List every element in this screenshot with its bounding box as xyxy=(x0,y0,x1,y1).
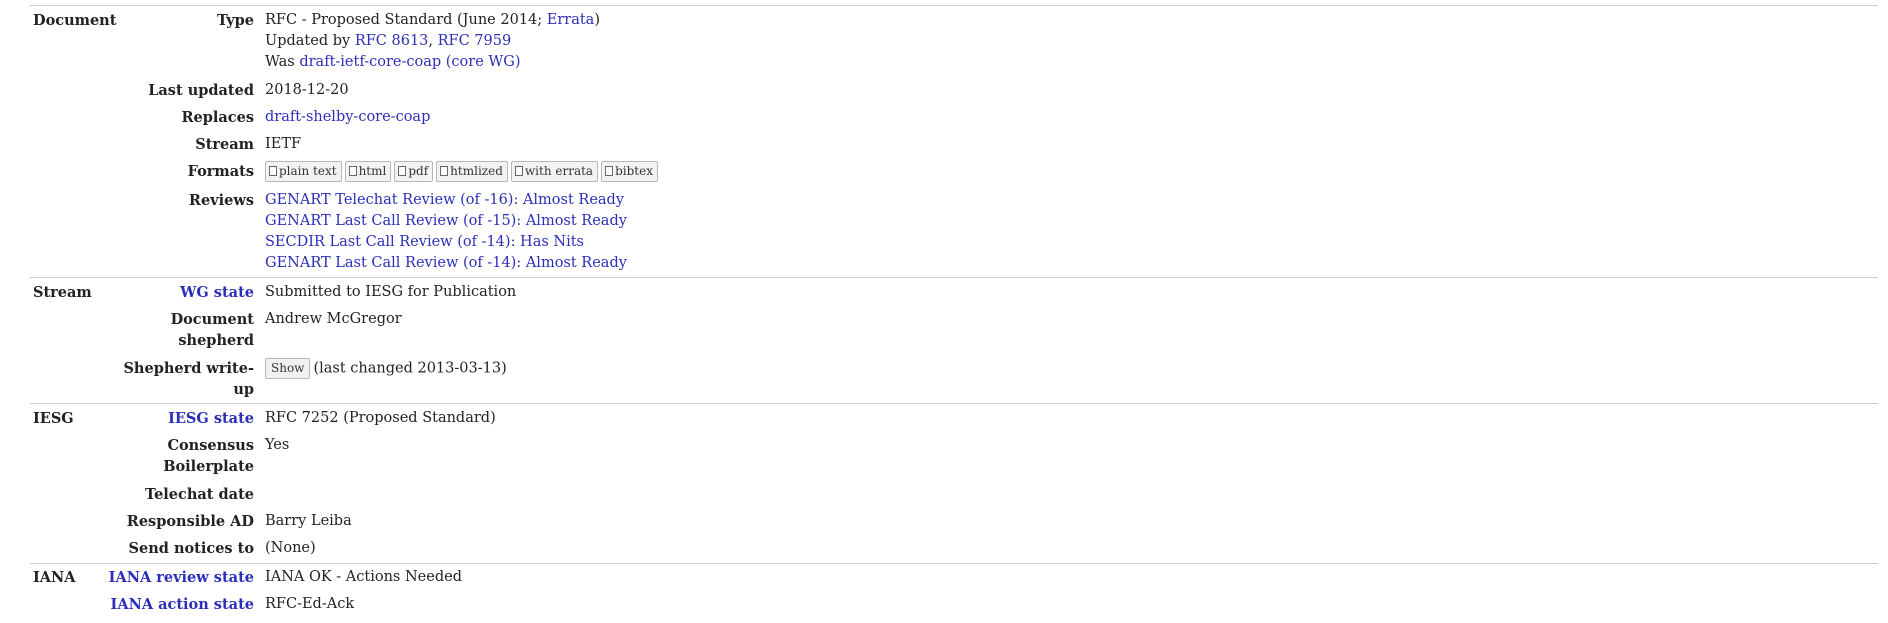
label-last-updated: Last updated xyxy=(148,82,254,99)
label-consensus: Consensus Boilerplate xyxy=(163,437,254,475)
writeup-changed: (last changed 2013-03-13) xyxy=(313,360,507,377)
label-stream: Stream xyxy=(195,136,254,153)
label-send-notices: Send notices to xyxy=(128,540,254,557)
replaces-link[interactable]: draft-shelby-core-coap xyxy=(265,107,430,128)
value-stream: IETF xyxy=(265,136,302,152)
iesg-state-link[interactable]: IESG state xyxy=(104,408,254,429)
file-icon xyxy=(514,166,523,176)
document-info-table: Document Type RFC - Proposed Standard (J… xyxy=(0,0,1888,623)
show-writeup-button[interactable]: Show xyxy=(265,358,311,379)
updated-by-text: Updated by xyxy=(265,33,355,49)
value-iana-review: IANA OK - Actions Needed xyxy=(265,569,462,585)
value-was: Was draft-ietf-core-coap (core WG) xyxy=(265,52,521,73)
file-icon xyxy=(605,166,614,176)
review-link[interactable]: GENART Last Call Review (of -15): Almost… xyxy=(265,211,627,232)
errata-link[interactable]: Errata xyxy=(547,12,595,28)
label-replaces: Replaces xyxy=(181,109,254,126)
section-divider xyxy=(30,277,1878,278)
review-link[interactable]: SECDIR Last Call Review (of -14): Has Ni… xyxy=(265,232,584,253)
format-html-button[interactable]: html xyxy=(344,161,392,182)
value-shepherd-writeup: Show (last changed 2013-03-13) xyxy=(265,358,507,380)
format-pdf-button[interactable]: pdf xyxy=(394,161,434,182)
file-pdf-icon xyxy=(398,166,407,176)
paren-close: ) xyxy=(514,54,521,70)
value-updated-by: Updated by RFC 8613, RFC 7959 xyxy=(265,31,511,52)
review-link[interactable]: GENART Last Call Review (of -14): Almost… xyxy=(265,253,627,274)
rfc7959-link[interactable]: RFC 7959 xyxy=(438,33,512,49)
value-iana-action: RFC-Ed-Ack xyxy=(265,596,355,612)
wg-link[interactable]: core WG xyxy=(451,54,514,70)
label-shepherd-writeup: Shepherd write-up xyxy=(123,360,254,398)
section-iana: IANA xyxy=(33,569,76,586)
formats-group: plain text html pdf htmlized with errata bibt… xyxy=(265,161,661,182)
review-link[interactable]: GENART Telechat Review (of -16): Almost … xyxy=(265,190,624,211)
section-divider xyxy=(30,563,1878,564)
comma: , xyxy=(428,33,438,49)
label-doc-shepherd: Document shepherd xyxy=(170,311,254,349)
section-stream: Stream xyxy=(33,284,92,301)
format-plain-text-button[interactable]: plain text xyxy=(265,161,342,182)
draft-link[interactable]: draft-ietf-core-coap xyxy=(299,54,441,70)
value-type: RFC - Proposed Standard (June 2014; Erra… xyxy=(265,10,600,31)
format-bibtex-button[interactable]: bibtex xyxy=(601,161,658,182)
wg-state-link[interactable]: WG state xyxy=(104,282,254,303)
paren-open: ( xyxy=(441,54,452,70)
value-doc-shepherd: Andrew McGregor xyxy=(265,311,402,327)
label-responsible-ad: Responsible AD xyxy=(126,513,254,530)
section-divider xyxy=(30,403,1878,404)
iana-review-state-link[interactable]: IANA review state xyxy=(104,567,254,588)
section-divider xyxy=(30,5,1878,6)
label-formats: Formats xyxy=(187,163,254,180)
format-htmlized-button[interactable]: htmlized xyxy=(436,161,508,182)
type-text: RFC - Proposed Standard (June 2014; xyxy=(265,12,547,28)
label-reviews: Reviews xyxy=(188,192,254,209)
value-consensus: Yes xyxy=(265,437,290,453)
value-wg-state: Submitted to IESG for Publication xyxy=(265,284,517,300)
rfc8613-link[interactable]: RFC 8613 xyxy=(355,33,429,49)
was-text: Was xyxy=(265,54,300,70)
label-telechat: Telechat date xyxy=(144,486,254,503)
value-send-notices: (None) xyxy=(265,540,316,556)
value-last-updated: 2018-12-20 xyxy=(265,82,349,98)
type-suffix: ) xyxy=(594,12,601,28)
label-type: Type xyxy=(217,12,254,29)
format-with-errata-button[interactable]: with errata xyxy=(510,161,599,182)
file-code-icon xyxy=(348,166,357,176)
file-icon xyxy=(440,166,449,176)
value-iesg-state: RFC 7252 (Proposed Standard) xyxy=(265,410,496,426)
section-iesg: IESG xyxy=(33,410,74,427)
file-text-icon xyxy=(269,166,277,176)
iana-action-state-link[interactable]: IANA action state xyxy=(104,594,254,615)
value-responsible-ad: Barry Leiba xyxy=(265,513,352,529)
